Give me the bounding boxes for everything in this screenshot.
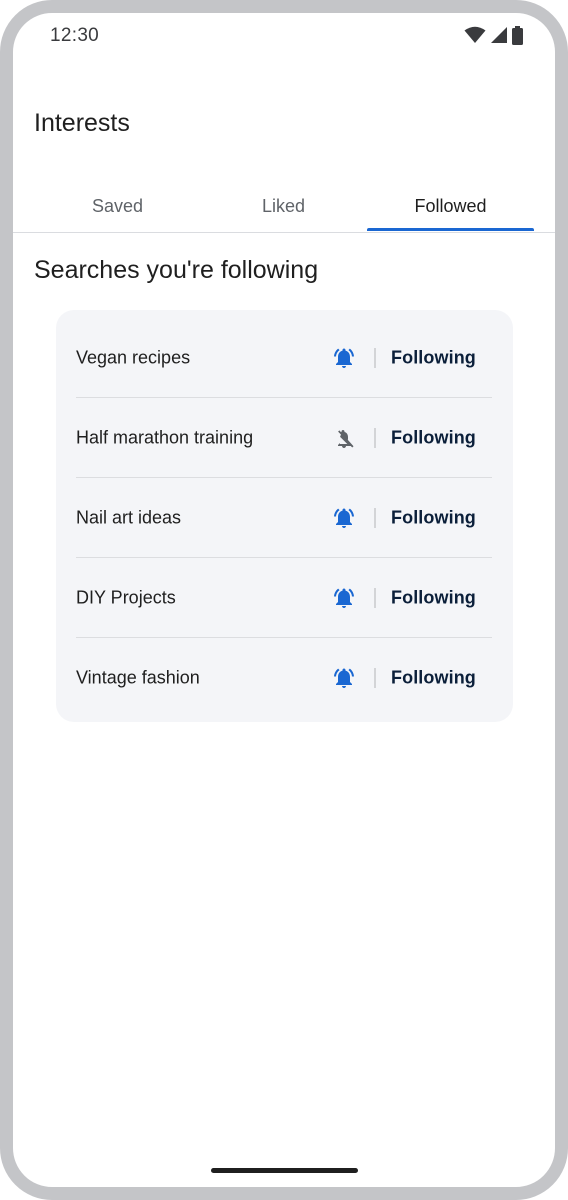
divider xyxy=(374,588,376,608)
search-label: Vintage fashion xyxy=(76,667,200,688)
list-item: Nail art ideas Following xyxy=(76,478,492,558)
divider xyxy=(374,508,376,528)
status-time: 12:30 xyxy=(50,25,100,46)
list-item: Half marathon training Following xyxy=(76,398,492,478)
followed-searches-list: Vegan recipes Following Half marathon tr… xyxy=(56,310,513,722)
active-tab-indicator xyxy=(367,228,534,231)
page-title: Interests xyxy=(34,109,130,137)
tab-bar: Saved Liked Followed xyxy=(13,181,555,233)
search-label: DIY Projects xyxy=(76,587,176,608)
bell-active-icon[interactable] xyxy=(332,346,356,370)
divider xyxy=(374,428,376,448)
bell-off-icon[interactable] xyxy=(332,426,356,450)
search-label: Nail art ideas xyxy=(76,507,182,528)
bell-active-icon[interactable] xyxy=(332,506,356,530)
home-indicator[interactable] xyxy=(211,1168,358,1173)
list-item: Vintage fashion Following xyxy=(76,638,492,718)
following-button[interactable]: Following xyxy=(391,508,476,529)
status-bar: 12:30 xyxy=(13,13,555,61)
status-icons xyxy=(464,25,523,45)
phone-frame: 12:30 Interests Saved Liked Followed Sea… xyxy=(0,0,568,1200)
divider xyxy=(374,348,376,368)
cellular-signal-icon xyxy=(490,26,508,44)
tab-saved[interactable]: Saved xyxy=(34,181,201,231)
tab-followed[interactable]: Followed xyxy=(367,181,534,231)
tab-liked[interactable]: Liked xyxy=(200,181,367,231)
bell-active-icon[interactable] xyxy=(332,666,356,690)
list-item: DIY Projects Following xyxy=(76,558,492,638)
list-item: Vegan recipes Following xyxy=(76,318,492,398)
following-button[interactable]: Following xyxy=(391,668,476,689)
following-button[interactable]: Following xyxy=(391,428,476,449)
divider xyxy=(374,668,376,688)
battery-icon xyxy=(512,25,523,45)
search-label: Vegan recipes xyxy=(76,347,191,368)
following-button[interactable]: Following xyxy=(391,348,476,369)
following-button[interactable]: Following xyxy=(391,588,476,609)
section-title: Searches you're following xyxy=(34,256,319,284)
wifi-icon xyxy=(464,26,486,44)
bell-active-icon[interactable] xyxy=(332,586,356,610)
search-label: Half marathon training xyxy=(76,427,254,448)
